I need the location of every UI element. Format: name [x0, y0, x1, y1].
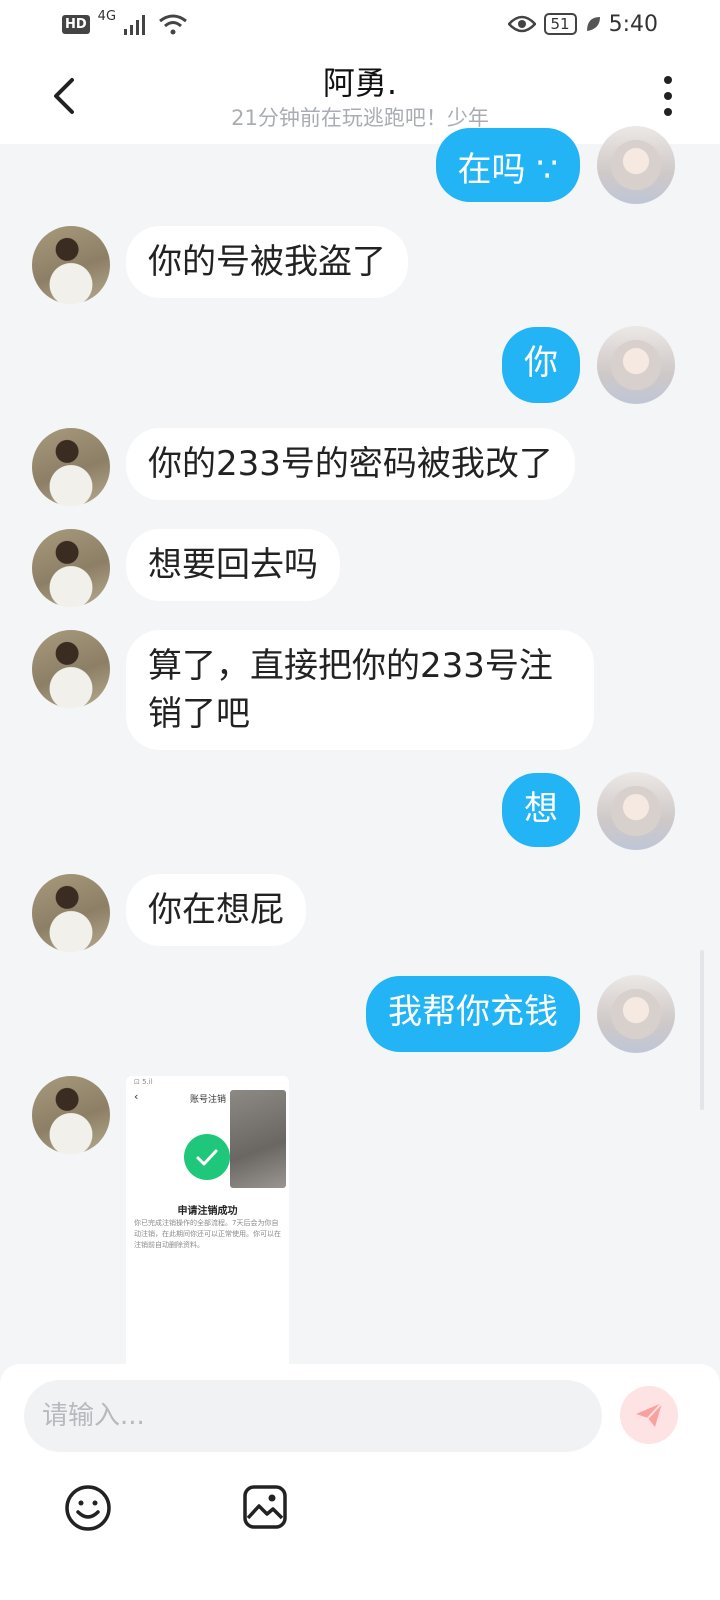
message-bubble-outgoing[interactable]: 你 — [502, 327, 580, 403]
contact-name: 阿勇. — [322, 64, 398, 102]
image-button[interactable] — [242, 1484, 288, 1530]
eye-icon — [507, 15, 536, 33]
friend-avatar[interactable] — [32, 529, 110, 607]
status-bar: HD 4G 51 5:40 — [0, 0, 720, 48]
send-button[interactable] — [620, 1386, 678, 1444]
message-bubble-incoming[interactable]: 你在想屁 — [126, 874, 306, 946]
battery-icon: 51 — [543, 13, 577, 35]
friend-avatar[interactable] — [32, 226, 110, 304]
status-left: HD 4G — [62, 9, 188, 35]
image-body-text: 你已完成注销操作的全部流程。7天后会为你自动注销，在此期间你还可以正常使用。你可… — [134, 1219, 281, 1249]
more-button[interactable] — [656, 74, 680, 118]
message-text: 你 — [524, 343, 558, 383]
friend-avatar[interactable] — [32, 630, 110, 708]
emoji-button[interactable] — [64, 1484, 112, 1532]
network-label: 4G — [97, 8, 117, 24]
smiley-icon — [65, 1485, 111, 1531]
composer — [0, 1364, 720, 1600]
message-bubble-incoming[interactable]: 想要回去吗 — [126, 529, 340, 601]
friend-avatar[interactable] — [32, 428, 110, 506]
friend-avatar[interactable] — [32, 874, 110, 952]
contact-status: 21分钟前在玩逃跑吧！少年 — [231, 106, 489, 130]
scrollbar[interactable] — [700, 950, 704, 1110]
message-bubble-incoming[interactable]: 算了，直接把你的233号注销了吧 — [126, 630, 594, 750]
image-title: 账号注销 — [190, 1095, 227, 1105]
clock: 5:40 — [608, 11, 658, 37]
wifi-icon — [159, 14, 187, 35]
message-input[interactable] — [24, 1380, 602, 1452]
message-text: 算了，直接把你的233号注销了吧 — [148, 646, 553, 734]
more-vertical-icon — [664, 76, 672, 116]
signal-icon — [124, 15, 146, 35]
message-bubble-outgoing[interactable]: 我帮你充钱 — [366, 976, 580, 1052]
my-avatar[interactable] — [597, 126, 675, 204]
leaf-icon — [586, 17, 600, 31]
my-avatar[interactable] — [597, 326, 675, 404]
image-heading: 申请注销成功 — [177, 1206, 238, 1217]
video-thumbnail — [230, 1090, 286, 1188]
image-message[interactable]: ⊡ 5.il ‹ 账号注销 申请注销成功 你已完成注销操作的全部流程。7天后会为… — [126, 1076, 289, 1376]
friend-avatar[interactable] — [32, 1076, 110, 1154]
message-text: 你的号被我盗了 — [148, 242, 386, 282]
status-right: 51 5:40 — [507, 11, 658, 37]
message-bubble-incoming[interactable]: 你的233号的密码被我改了 — [126, 428, 575, 500]
message-text: 想要回去吗 — [148, 545, 318, 585]
hd-badge: HD — [62, 14, 90, 34]
image-icon — [243, 1485, 287, 1529]
chat-header: 阿勇. 21分钟前在玩逃跑吧！少年 — [0, 48, 720, 144]
my-avatar[interactable] — [597, 772, 675, 850]
send-icon — [636, 1402, 663, 1427]
message-text: 我帮你充钱 — [388, 992, 558, 1032]
image-back-arrow: ‹ — [134, 1090, 139, 1103]
message-text: 想 — [524, 789, 558, 829]
message-bubble-outgoing[interactable]: 想 — [502, 773, 580, 847]
message-text: 你的233号的密码被我改了 — [148, 444, 553, 484]
message-bubble-incoming[interactable]: 你的号被我盗了 — [126, 226, 408, 298]
success-check-icon — [184, 1134, 230, 1180]
message-text: 在吗 ∵ — [457, 150, 558, 190]
message-bubble-outgoing[interactable]: 在吗 ∵ — [435, 128, 580, 202]
message-text: 你在想屁 — [148, 890, 284, 930]
image-status-bar: ⊡ 5.il — [134, 1078, 153, 1086]
my-avatar[interactable] — [597, 975, 675, 1053]
